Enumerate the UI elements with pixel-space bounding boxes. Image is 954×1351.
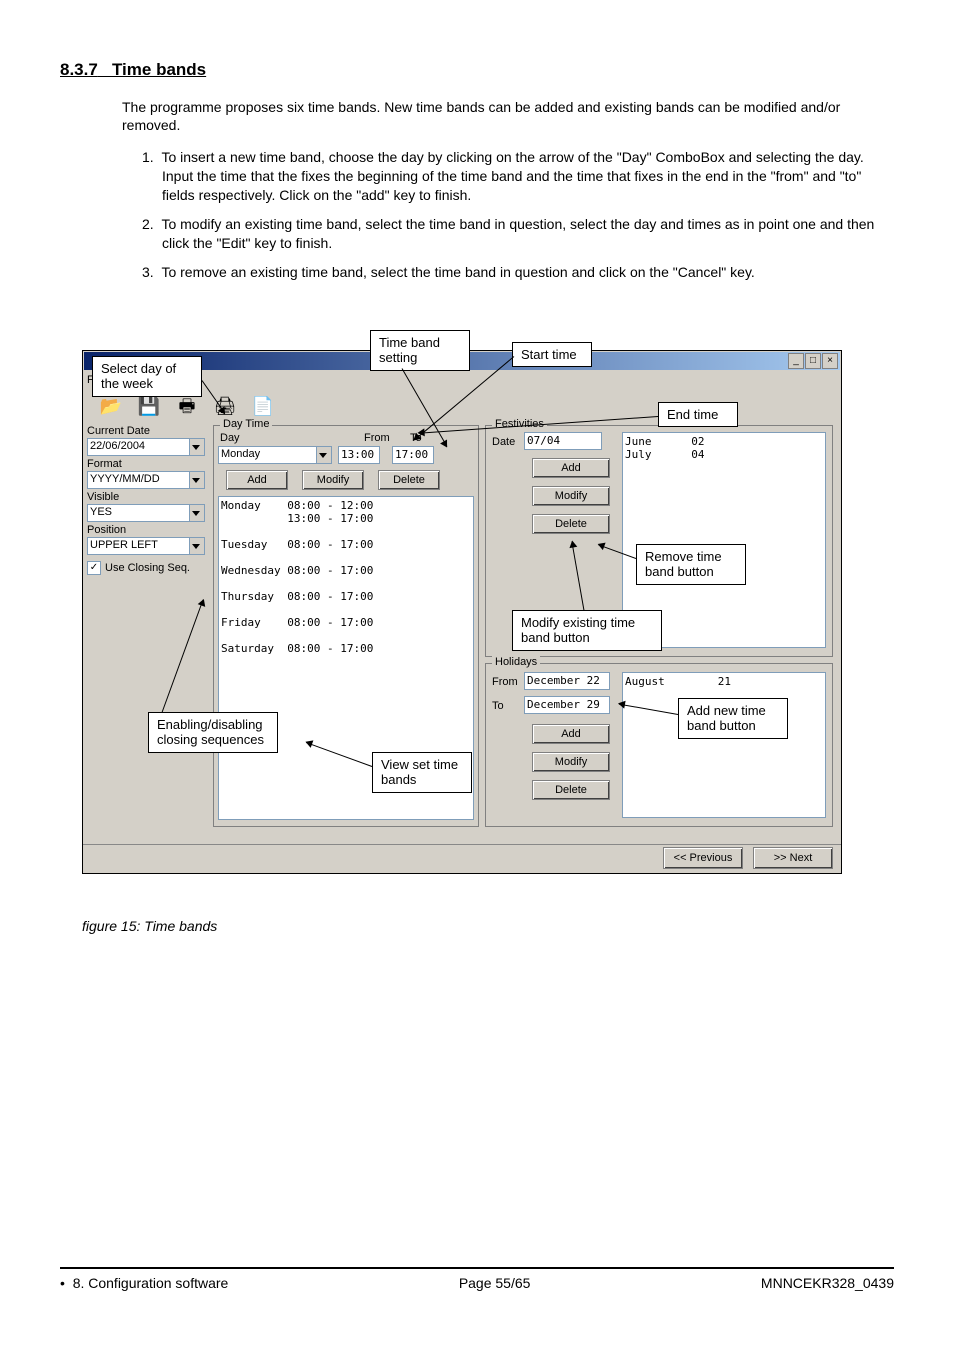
callout-enabling: Enabling/disabling closing sequences — [148, 712, 278, 753]
page-footer: • 8. Configuration software Page 55/65 M… — [60, 1267, 894, 1291]
separator — [83, 844, 841, 845]
save-icon[interactable]: 💾 — [137, 394, 161, 418]
callout-end-time: End time — [658, 402, 738, 428]
festivities-date-input[interactable]: 07/04 — [524, 432, 602, 450]
print-icon[interactable]: 🖶 — [175, 394, 199, 418]
minimize-button[interactable]: _ — [788, 353, 804, 369]
visible-label: Visible — [87, 491, 207, 503]
closing-seq-label: Use Closing Seq. — [105, 562, 190, 574]
maximize-button[interactable]: □ — [805, 353, 821, 369]
callout-modify-btn: Modify existing time band button — [512, 610, 662, 651]
callout-remove-btn: Remove time band button — [636, 544, 746, 585]
festivities-add-button[interactable]: Add — [532, 458, 610, 478]
app-window: _ □ × F ? 📂 💾 🖶 🖨 📄 C — [82, 350, 842, 874]
next-button[interactable]: >> Next — [753, 847, 833, 869]
left-settings-column: Current Date 22/06/2004 Format YYYY/MM/D… — [87, 423, 207, 575]
holidays-to-label: To — [492, 700, 504, 712]
from-label: From — [364, 432, 390, 444]
format-combo[interactable]: YYYY/MM/DD — [87, 471, 205, 489]
section-title: Time bands — [112, 60, 206, 79]
holidays-modify-button[interactable]: Modify — [532, 752, 610, 772]
festivities-delete-button[interactable]: Delete — [532, 514, 610, 534]
holidays-from-input[interactable]: December 22 — [524, 672, 610, 690]
send-icon[interactable]: 📄 — [251, 394, 275, 418]
daytime-add-button[interactable]: Add — [226, 470, 288, 490]
holidays-from-label: From — [492, 676, 518, 688]
callout-add-new-btn: Add new time band button — [678, 698, 788, 739]
closing-seq-checkbox[interactable]: ✓ — [87, 561, 101, 575]
list-item: 1. To insert a new time band, choose the… — [142, 148, 894, 205]
format-label: Format — [87, 458, 207, 470]
visible-combo[interactable]: YES — [87, 504, 205, 522]
open-icon[interactable]: 📂 — [99, 394, 123, 418]
daytime-delete-button[interactable]: Delete — [378, 470, 440, 490]
festivities-modify-button[interactable]: Modify — [532, 486, 610, 506]
holidays-add-button[interactable]: Add — [532, 724, 610, 744]
footer-left: • 8. Configuration software — [60, 1275, 228, 1291]
day-combo[interactable]: Monday — [218, 446, 332, 464]
previous-button[interactable]: << Previous — [663, 847, 743, 869]
holidays-delete-button[interactable]: Delete — [532, 780, 610, 800]
section-number: 8.3.7 — [60, 60, 98, 79]
footer-right: MNNCEKR328_0439 — [761, 1275, 894, 1291]
day-label: Day — [220, 432, 240, 444]
footer-center: Page 55/65 — [459, 1275, 531, 1291]
holidays-legend: Holidays — [492, 656, 540, 668]
callout-start-time: Start time — [512, 342, 592, 368]
callout-view-set: View set time bands — [372, 752, 472, 793]
from-input[interactable]: 13:00 — [338, 446, 380, 464]
callout-select-day: Select day of the week — [92, 356, 202, 397]
daytime-legend: Day Time — [220, 418, 272, 430]
close-button[interactable]: × — [822, 353, 838, 369]
holidays-fieldset: Holidays From December 22 To December 29… — [485, 663, 833, 827]
list-item: 3. To remove an existing time band, sele… — [142, 263, 894, 282]
holidays-to-input[interactable]: December 29 — [524, 696, 610, 714]
intro-paragraph: The programme proposes six time bands. N… — [122, 98, 894, 134]
list-item: 2. To modify an existing time band, sele… — [142, 215, 894, 253]
figure: _ □ × F ? 📂 💾 🖶 🖨 📄 C — [82, 330, 850, 906]
daytime-modify-button[interactable]: Modify — [302, 470, 364, 490]
figure-caption: figure 15: Time bands — [82, 918, 894, 934]
callout-timeband-setting: Time band setting — [370, 330, 470, 371]
current-date-combo[interactable]: 22/06/2004 — [87, 438, 205, 456]
festivities-date-label: Date — [492, 436, 515, 448]
current-date-label: Current Date — [87, 425, 207, 437]
position-combo[interactable]: UPPER LEFT — [87, 537, 205, 555]
instructions-list: 1. To insert a new time band, choose the… — [142, 148, 894, 281]
holidays-listbox[interactable]: August 21 — [622, 672, 826, 818]
position-label: Position — [87, 524, 207, 536]
to-input[interactable]: 17:00 — [392, 446, 434, 464]
section-heading: 8.3.7 Time bands — [60, 60, 894, 80]
